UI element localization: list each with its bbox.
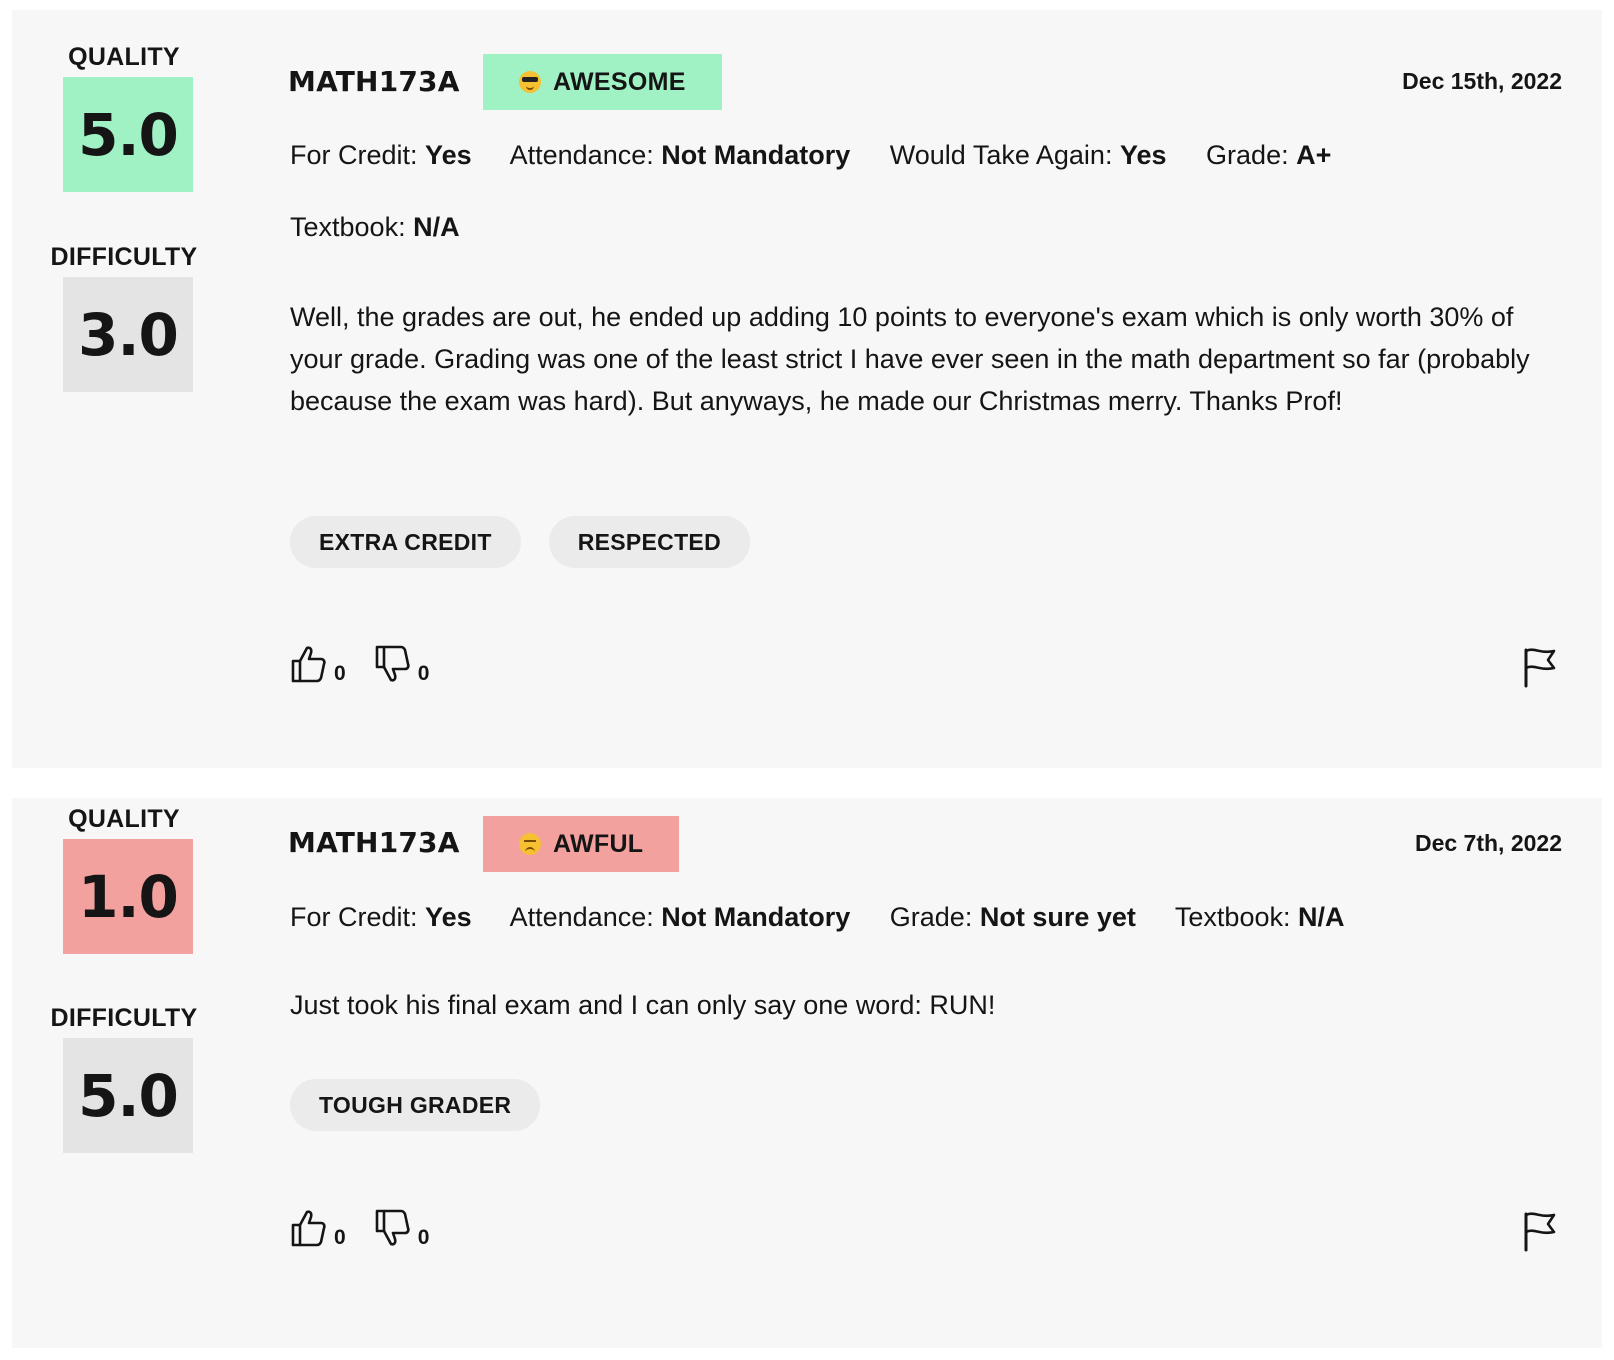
tag-tough-grader: TOUGH GRADER	[290, 1079, 541, 1131]
review-comment: Just took his final exam and I can only …	[290, 990, 996, 1020]
thumbs-up-button[interactable]: 0	[290, 1208, 346, 1249]
thumbs-down-icon	[375, 645, 410, 682]
tag-respected: RESPECTED	[548, 516, 750, 568]
difficulty-score: 3.0	[63, 277, 193, 392]
meta-for-credit: For Credit: Yes	[290, 140, 472, 170]
quality-score: 5.0	[63, 77, 193, 192]
thumbs-down-count: 0	[417, 662, 430, 685]
thumbs-up-button[interactable]: 0	[290, 644, 346, 685]
difficulty-score: 5.0	[63, 1038, 193, 1153]
quality-label: QUALITY	[68, 805, 180, 833]
review-card: QUALITY 5.0 DIFFICULTY 3.0 MATH173A AWES…	[12, 10, 1602, 768]
tag-list: TOUGH GRADER	[290, 1079, 541, 1131]
tag-list: EXTRA CREDIT RESPECTED	[290, 516, 750, 568]
rating-badge: AWFUL	[483, 816, 680, 872]
course-code: MATH173A	[288, 826, 460, 859]
rating-text: AWESOME	[553, 67, 686, 96]
meta-grade: Grade: A+	[1206, 140, 1332, 170]
meta-would-take-again: Would Take Again: Yes	[889, 140, 1167, 170]
report-flag-button[interactable]	[1522, 646, 1558, 693]
quality-label: QUALITY	[68, 43, 180, 71]
meta-row: For Credit: Yes Attendance: Not Mandator…	[290, 140, 1363, 171]
thumbs-up-count: 0	[334, 662, 346, 685]
review-card: QUALITY 1.0 DIFFICULTY 5.0 MATH173A AWFU…	[12, 798, 1602, 1348]
meta-textbook: Textbook: N/A	[290, 212, 460, 242]
thumbs-down-count: 0	[417, 1226, 430, 1249]
thumbs-up-count: 0	[334, 1226, 346, 1249]
thumbs-up-icon	[291, 1210, 326, 1247]
cool-face-emoji-icon	[519, 71, 541, 93]
thumbs-down-button[interactable]: 0	[374, 1208, 430, 1249]
meta-textbook: Textbook: N/A	[1174, 902, 1345, 932]
flag-icon	[1524, 1212, 1556, 1252]
report-flag-button[interactable]	[1522, 1210, 1558, 1257]
meta-row-2: Textbook: N/A	[290, 212, 492, 243]
difficulty-label: DIFFICULTY	[50, 1004, 198, 1032]
course-code: MATH173A	[288, 65, 460, 98]
review-comment: Well, the grades are out, he ended up ad…	[290, 302, 1530, 416]
thumbs-down-button[interactable]: 0	[374, 644, 430, 685]
meta-row: For Credit: Yes Attendance: Not Mandator…	[290, 902, 1377, 933]
difficulty-label: DIFFICULTY	[50, 243, 198, 271]
meta-for-credit: For Credit: Yes	[290, 902, 472, 932]
meta-attendance: Attendance: Not Mandatory	[509, 140, 851, 170]
rating-text: AWFUL	[553, 829, 644, 858]
review-date: Dec 15th, 2022	[1402, 68, 1562, 94]
meta-grade: Grade: Not sure yet	[889, 902, 1136, 932]
rating-badge: AWESOME	[483, 54, 722, 110]
vote-controls: 0 0	[290, 644, 457, 685]
tag-extra-credit: EXTRA CREDIT	[290, 516, 521, 568]
review-date: Dec 7th, 2022	[1414, 830, 1562, 856]
vote-controls: 0 0	[290, 1208, 457, 1249]
angry-face-emoji-icon	[519, 833, 541, 855]
quality-score: 1.0	[63, 839, 193, 954]
flag-icon	[1524, 648, 1556, 688]
thumbs-down-icon	[375, 1209, 410, 1246]
thumbs-up-icon	[291, 646, 326, 683]
meta-attendance: Attendance: Not Mandatory	[509, 902, 851, 932]
